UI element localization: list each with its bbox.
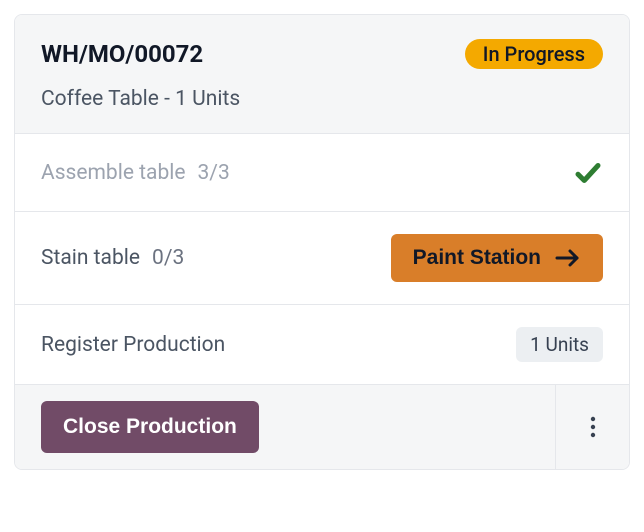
card-header: WH/MO/00072 In Progress Coffee Table - 1… — [15, 15, 629, 134]
kebab-menu-icon — [590, 416, 596, 438]
task-name: Register Production — [41, 333, 225, 357]
check-icon — [573, 158, 603, 188]
close-production-button[interactable]: Close Production — [41, 401, 259, 453]
task-name: Stain table — [41, 246, 140, 270]
row-left: Register Production — [41, 333, 225, 357]
product-line: Coffee Table - 1 Units — [41, 87, 603, 111]
work-order-row-assemble[interactable]: Assemble table 3/3 — [15, 134, 629, 212]
row-left: Assemble table 3/3 — [41, 161, 230, 185]
work-order-row-stain[interactable]: Stain table 0/3 Paint Station — [15, 212, 629, 305]
row-left: Stain table 0/3 — [41, 246, 184, 270]
status-badge: In Progress — [465, 39, 603, 69]
paint-station-button[interactable]: Paint Station — [391, 234, 603, 282]
more-menu-button[interactable] — [555, 385, 629, 469]
footer-main: Close Production — [15, 385, 555, 469]
task-count: 3/3 — [198, 161, 230, 185]
order-id: WH/MO/00072 — [41, 40, 203, 68]
station-button-label: Paint Station — [413, 246, 541, 270]
task-count: 0/3 — [152, 246, 184, 270]
card-footer: Close Production — [15, 385, 629, 469]
register-production-row[interactable]: Register Production 1 Units — [15, 305, 629, 385]
task-name: Assemble table — [41, 161, 186, 185]
units-badge: 1 Units — [516, 327, 603, 362]
arrow-right-icon — [555, 248, 581, 268]
header-top-row: WH/MO/00072 In Progress — [41, 39, 603, 69]
manufacturing-order-card: WH/MO/00072 In Progress Coffee Table - 1… — [14, 14, 630, 470]
